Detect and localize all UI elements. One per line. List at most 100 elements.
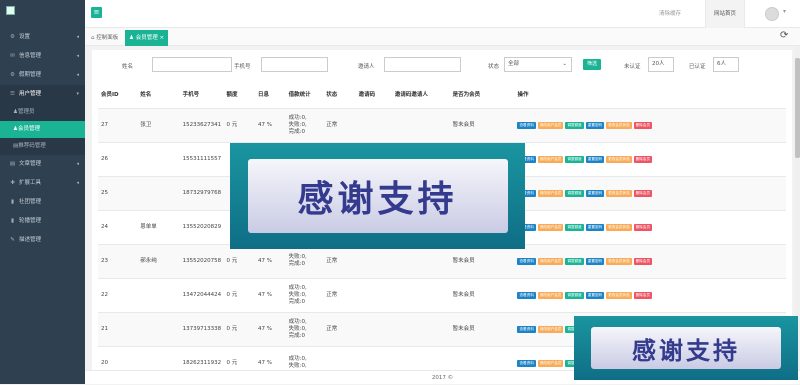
sidebar-item-2[interactable]: ⚙ 假期管理 ◂ [0,66,85,85]
action-button-2[interactable]: 调整额度 [565,291,584,299]
action-button-2[interactable]: 调整额度 [565,223,584,231]
sidebar-item-8[interactable]: ✚ 扩展工具 ◂ [0,174,85,193]
action-button-5[interactable]: 删除会员 [633,291,653,299]
chevron-icon: ▾ [76,91,79,97]
name-input[interactable] [152,57,232,72]
scroll-thumb[interactable] [795,58,800,158]
sidebar-item-5[interactable]: ♟会员管理 [0,121,85,138]
action-button-4[interactable]: 更改会员状态 [606,155,632,163]
action-button-1[interactable]: 修改用户会员 [537,359,564,367]
chevron-icon: ◂ [76,180,79,186]
table-header-row: 会员ID 姓名 手机号 额度 日息 借款统计 状态 邀请码 邀请码邀请人 是否为会员 操作 [98,82,786,109]
action-button-5[interactable]: 删除会员 [633,155,653,163]
cell-id: 27 [98,108,138,143]
action-button-0[interactable]: 查看资料 [517,291,536,299]
search-button[interactable]: 筛选 [583,59,601,70]
sidebar-item-1[interactable]: ✉ 信息管理 ◂ [0,47,85,66]
clear-cache-link[interactable]: 清除缓存 [647,0,693,28]
cell-phone: 18732979768 [179,176,224,211]
site-home-link[interactable]: 网站首页 [705,0,745,28]
action-button-4[interactable]: 更改会员状态 [606,257,632,265]
action-button-4[interactable]: 更改会员状态 [606,189,632,197]
column-header: 手机号 [179,82,224,109]
action-button-3[interactable]: 重置密码 [585,189,605,197]
close-icon[interactable]: × [159,35,164,41]
home-icon: ⌂ [91,35,95,41]
action-button-1[interactable]: 修改用户会员 [537,325,564,333]
stat-line: 完成:0 [288,298,305,305]
action-button-1[interactable]: 修改用户会员 [537,155,564,163]
cell-member: 暂未会员 [449,244,515,279]
action-button-2[interactable]: 调整额度 [565,189,584,197]
sidebar-item-7[interactable]: ▤ 文章管理 ◂ [0,155,85,174]
action-button-2[interactable]: 调整额度 [565,155,584,163]
action-button-3[interactable]: 重置密码 [585,291,605,299]
action-button-0[interactable]: 查看资料 [517,257,536,265]
column-header: 邀请码邀请人 [391,82,450,109]
action-button-1[interactable]: 修改用户会员 [537,121,564,129]
status-select[interactable]: 全部 ⌄ [504,57,572,72]
action-button-4[interactable]: 更改会员状态 [606,223,632,231]
cell-inviter [391,278,450,313]
sidebar-item-0[interactable]: ⚙ 设置 ◂ [0,28,85,47]
action-button-3[interactable]: 重置密码 [585,257,605,265]
sidebar-item-9[interactable]: ▮ 社团管理 [0,193,85,212]
chevron-down-icon[interactable]: ▾ [783,8,786,15]
cell-id: 22 [98,278,138,313]
sidebar-item-11[interactable]: ✎ 描述管理 [0,231,85,250]
action-button-2[interactable]: 调整额度 [565,257,584,265]
cell-actions: 查看资料修改用户会员调整额度重置密码更改会员状态删除会员 [514,210,786,245]
stat-line: 失败:0, [288,325,307,332]
verified-label: 已认证 [689,64,706,70]
sidebar-item-icon: ▮ [10,218,15,224]
menu-toggle-button[interactable]: ≡ [91,7,102,18]
sidebar-item-6[interactable]: ▤推荐码管理 [0,138,85,155]
cell-name [137,176,180,211]
refresh-icon[interactable]: ⟳ [780,30,788,41]
column-header: 姓名 [137,82,180,109]
action-button-4[interactable]: 更改会员状态 [606,121,632,129]
action-button-4[interactable]: 更改会员状态 [606,291,632,299]
sidebar-item-label: 假期管理 [19,72,42,78]
sidebar-item-4[interactable]: ♟管理员 [0,104,85,121]
action-button-1[interactable]: 修改用户会员 [537,223,564,231]
action-button-5[interactable]: 删除会员 [633,121,653,129]
cell-id: 23 [98,244,138,279]
action-button-0[interactable]: 查看资料 [517,359,536,367]
broken-image-icon [6,6,15,15]
action-button-5[interactable]: 删除会员 [633,257,653,265]
action-button-1[interactable]: 修改用户会员 [537,189,564,197]
sidebar-item-label: 信息管理 [19,53,42,59]
action-button-0[interactable]: 查看资料 [517,121,536,129]
cell-phone: 13552020758 [179,244,224,279]
sidebar-item-10[interactable]: ▮ 轮播管理 [0,212,85,231]
cell-member: 暂未会员 [449,312,515,347]
inviter-input[interactable] [384,57,461,72]
cell-quota: 0 元 [223,312,256,347]
tab-dashboard[interactable]: ⌂ 控制面板 [87,30,122,46]
table-row: 22 13472044424 0 元 47 % 成功:0, 失败:0, 完成:0 正常 暂未会员… [98,278,786,313]
stat-line: 成功:0, [288,284,307,291]
verified-count: 6人 [713,57,739,72]
action-button-3[interactable]: 重置密码 [585,121,605,129]
avatar[interactable] [765,7,779,21]
action-button-1[interactable]: 修改用户会员 [537,257,564,265]
phone-input[interactable] [261,57,328,72]
cell-phone: 13552020829 [179,210,224,245]
sidebar-item-3[interactable]: ☰ 用户管理 ▾ [0,85,85,104]
action-button-5[interactable]: 删除会员 [633,223,653,231]
action-button-3[interactable]: 重置密码 [585,155,605,163]
cell-status: 正常 [323,108,356,143]
sidebar-item-label: 设置 [19,34,31,40]
action-button-5[interactable]: 删除会员 [633,189,653,197]
action-button-1[interactable]: 修改用户会员 [537,291,564,299]
cell-id: 25 [98,176,138,211]
tab-members[interactable]: ♟ 会员管理 × [125,30,169,46]
cell-stats: 成功:0, 失败:0, 完成:0 [285,312,324,347]
chevron-icon: ◂ [76,53,79,59]
action-button-2[interactable]: 调整额度 [565,121,584,129]
action-button-0[interactable]: 查看资料 [517,325,536,333]
action-button-3[interactable]: 重置密码 [585,223,605,231]
cell-member: 暂未会员 [449,108,515,143]
cell-stats: 成功:0, 失败:0, 完成:0 [285,278,324,313]
